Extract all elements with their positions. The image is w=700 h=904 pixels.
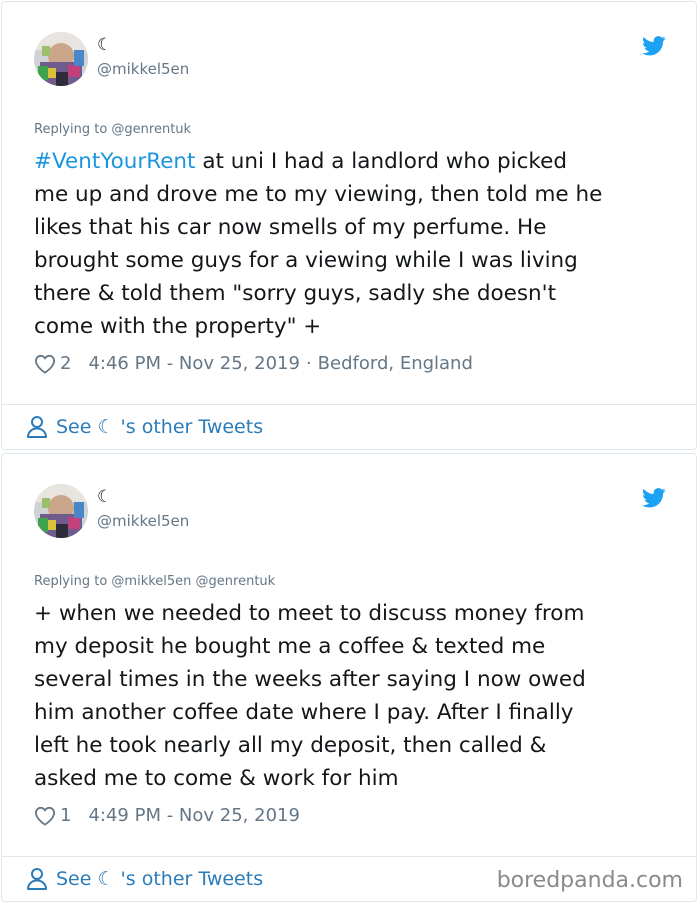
- handle[interactable]: @mikkel5en: [97, 59, 189, 79]
- display-name[interactable]: ☾: [97, 35, 112, 55]
- timestamp[interactable]: 4:46 PM - Nov 25, 2019: [88, 352, 299, 376]
- tweet-meta: 1 4:49 PM - Nov 25, 2019: [34, 804, 300, 828]
- tweet-card-1: ☾ @mikkel5en Replying to @genrentuk #Ven…: [1, 1, 697, 450]
- hashtag-link[interactable]: #VentYourRent: [34, 149, 196, 174]
- see-other-tweets-label[interactable]: See ☾ 's other Tweets: [56, 868, 263, 890]
- see-other-tweets-label[interactable]: See ☾ 's other Tweets: [56, 416, 263, 438]
- avatar[interactable]: [34, 32, 88, 86]
- heart-icon[interactable]: [34, 806, 56, 826]
- divider: [2, 856, 696, 857]
- replying-to[interactable]: Replying to @mikkel5en @genrentuk: [34, 574, 275, 590]
- page: ☾ @mikkel5en Replying to @genrentuk #Ven…: [0, 0, 700, 904]
- handle[interactable]: @mikkel5en: [97, 511, 189, 531]
- watermark: boredpanda.com: [496, 868, 683, 893]
- tweet-card-2: ☾ @mikkel5en Replying to @mikkel5en @gen…: [1, 453, 697, 902]
- display-name[interactable]: ☾: [97, 487, 112, 507]
- like-count: 2: [60, 353, 72, 374]
- heart-icon[interactable]: [34, 354, 56, 374]
- like-count: 1: [60, 805, 72, 826]
- see-other-tweets-link[interactable]: See ☾ 's other Tweets: [26, 414, 263, 440]
- divider: [2, 404, 696, 405]
- timestamp[interactable]: 4:49 PM - Nov 25, 2019: [88, 804, 299, 828]
- twitter-bird-icon[interactable]: [642, 36, 666, 56]
- location[interactable]: Bedford, England: [318, 352, 473, 376]
- meta-separator: ·: [305, 353, 312, 374]
- tweet-meta: 2 4:46 PM - Nov 25, 2019 · Bedford, Engl…: [34, 352, 473, 376]
- avatar[interactable]: [34, 484, 88, 538]
- tweet-body: + when we needed to meet to discuss mone…: [34, 601, 586, 791]
- twitter-bird-icon[interactable]: [642, 488, 666, 508]
- tweet-text: #VentYourRent at uni I had a landlord wh…: [34, 145, 674, 343]
- person-icon: [27, 416, 47, 438]
- tweet-body: at uni I had a landlord who picked me up…: [34, 149, 603, 339]
- replying-to[interactable]: Replying to @genrentuk: [34, 122, 191, 138]
- see-other-tweets-link[interactable]: See ☾ 's other Tweets: [26, 866, 263, 892]
- person-icon: [27, 868, 47, 890]
